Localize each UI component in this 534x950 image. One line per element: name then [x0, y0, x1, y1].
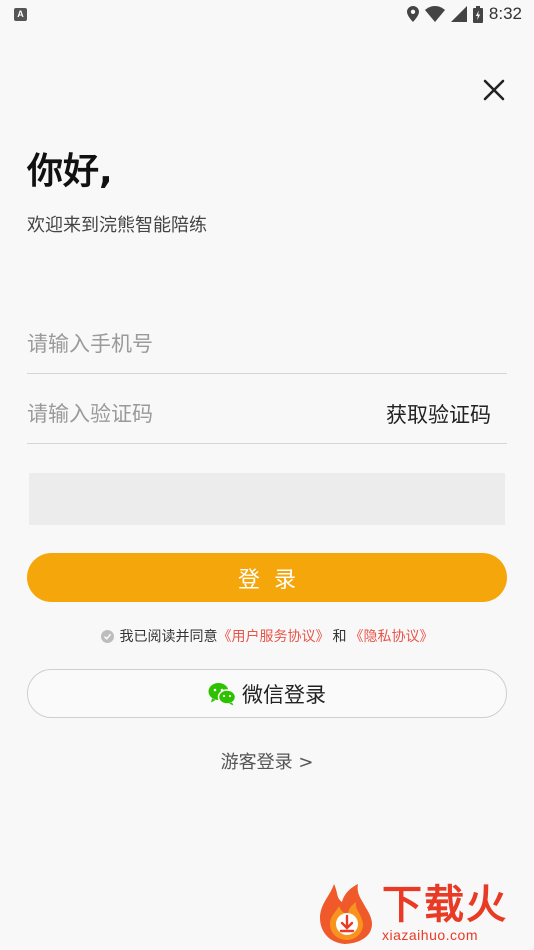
close-button[interactable] [478, 74, 510, 106]
location-icon [406, 6, 419, 22]
captcha-area[interactable] [29, 473, 505, 525]
phone-input[interactable] [27, 331, 347, 356]
watermark-logo: 下载火 xiazaihuo.com [316, 878, 528, 948]
agreement-row: 我已阅读并同意 《用户服务协议》 和 《隐私协议》 [0, 626, 534, 646]
status-left: A [14, 7, 27, 21]
get-code-button[interactable]: 获取验证码 [386, 399, 491, 429]
battery-icon [472, 5, 483, 23]
verification-code-input[interactable] [27, 401, 347, 426]
welcome-text: 欢迎来到浣熊智能陪练 [27, 215, 207, 236]
signal-icon [450, 6, 467, 22]
status-bar: A 8:32 [0, 0, 534, 28]
code-field-row: 获取验证码 [27, 384, 507, 444]
watermark-url: xiazaihuo.com [382, 927, 478, 943]
guest-login-link[interactable]: 游客登录 > [0, 748, 534, 774]
agreement-checkbox[interactable] [100, 629, 114, 643]
privacy-policy-link[interactable]: 《隐私协议》 [350, 626, 434, 646]
close-icon [483, 79, 505, 101]
agreement-prefix: 我已阅读并同意 [119, 629, 218, 645]
phone-field-row [27, 314, 507, 374]
user-agreement-link[interactable]: 《用户服务协议》 [218, 626, 330, 646]
agreement-and: 和 [332, 629, 347, 645]
login-button[interactable]: 登录 [27, 553, 507, 602]
status-right: 8:32 [406, 4, 522, 24]
wechat-icon [208, 682, 236, 705]
wechat-login-button[interactable]: 微信登录 [27, 669, 507, 718]
greeting-title: 你好, [27, 151, 113, 192]
notification-icon: A [14, 7, 27, 21]
watermark-text: 下载火 xiazaihuo.com [382, 883, 508, 943]
wifi-icon [424, 6, 445, 22]
flame-logo-icon [320, 884, 372, 944]
clock: 8:32 [488, 4, 522, 23]
wechat-login-label: 微信登录 [242, 682, 326, 707]
check-icon [103, 633, 111, 640]
watermark-title: 下载火 [382, 882, 508, 928]
